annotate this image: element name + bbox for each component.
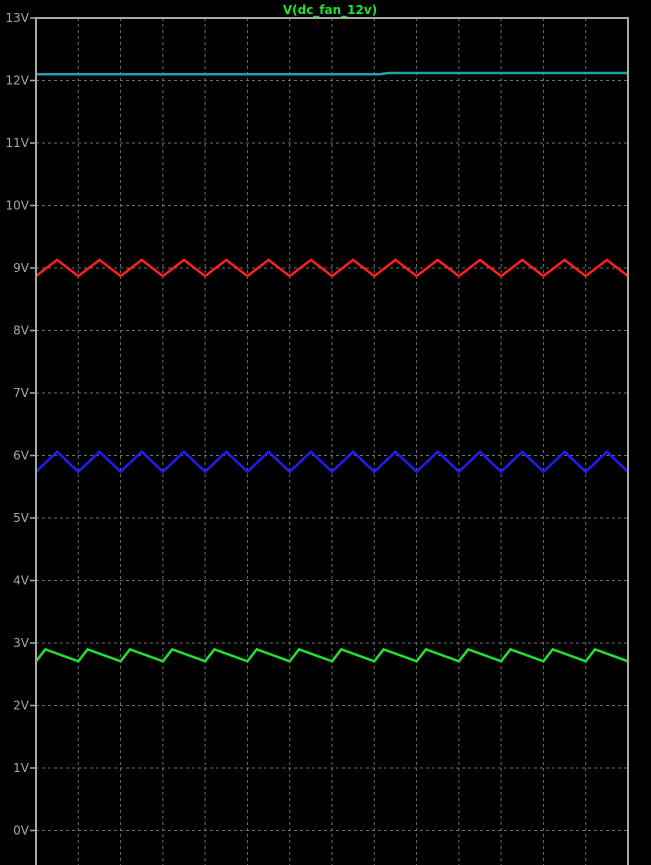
- y-tick-label[interactable]: 1V: [13, 761, 30, 775]
- y-tick-label[interactable]: 13V: [6, 11, 30, 25]
- trace-title[interactable]: V(dc_fan_12v): [283, 3, 377, 18]
- y-tick-label[interactable]: 7V: [13, 386, 30, 400]
- y-tick-label[interactable]: 11V: [6, 136, 30, 150]
- y-tick-label[interactable]: 8V: [13, 324, 30, 338]
- y-tick-label[interactable]: 2V: [13, 699, 30, 713]
- y-tick-label[interactable]: 4V: [13, 574, 30, 588]
- waveform-plot[interactable]: V(dc_fan_12v) 13V 12V 11V 10V 9V 8V 7V 6V 5V 4V 3V…: [0, 0, 651, 865]
- y-tick-label[interactable]: 9V: [13, 261, 30, 275]
- y-tick-label[interactable]: 10V: [6, 199, 30, 213]
- y-tick-label[interactable]: 6V: [13, 449, 30, 463]
- trace-0[interactable]: [36, 71, 628, 76]
- plot-grid: [36, 17, 628, 865]
- y-tick-label[interactable]: 5V: [13, 511, 30, 525]
- y-tick-label[interactable]: 12V: [6, 74, 30, 88]
- y-tick-label[interactable]: 3V: [13, 636, 30, 650]
- y-axis: 13V 12V 11V 10V 9V 8V 7V 6V 5V 4V 3V 2V 1V 0V: [6, 11, 36, 838]
- y-tick-label[interactable]: 0V: [13, 824, 30, 838]
